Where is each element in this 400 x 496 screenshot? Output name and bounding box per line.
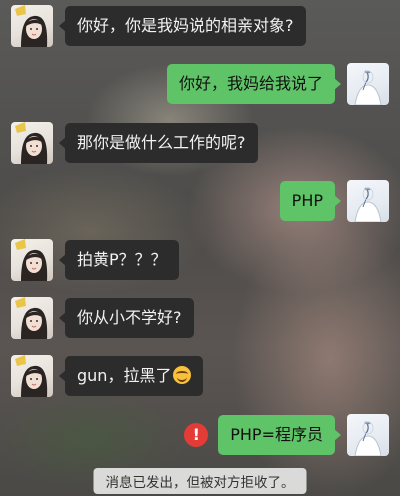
girl-avatar-icon	[15, 239, 48, 281]
girl-avatar-icon	[15, 122, 48, 164]
boy-avatar-icon	[354, 187, 382, 222]
message-bubble[interactable]: 你从小不学好?	[59, 298, 194, 338]
my-avatar[interactable]	[347, 180, 389, 222]
message-bubble[interactable]: PHP	[279, 181, 342, 221]
message-text: gun，拉黑了	[77, 366, 172, 385]
my-avatar[interactable]	[347, 63, 389, 105]
girl-avatar-icon	[15, 297, 48, 339]
my-avatar[interactable]	[347, 414, 389, 456]
message-row-incoming: 你好，你是我妈说的相亲对象?	[11, 5, 306, 47]
message-row-outgoing: PHP=程序员 !	[184, 414, 389, 456]
message-bubble[interactable]: PHP=程序员	[218, 415, 341, 455]
contact-avatar[interactable]	[11, 122, 53, 164]
message-row-incoming: gun，拉黑了	[11, 355, 204, 397]
girl-avatar-icon	[15, 355, 48, 397]
contact-avatar[interactable]	[11, 355, 53, 397]
boy-avatar-icon	[354, 421, 382, 456]
message-row-outgoing: 你好，我妈给我说了	[166, 63, 389, 105]
message-row-incoming: 那你是做什么工作的呢?	[11, 122, 258, 164]
contact-avatar[interactable]	[11, 5, 53, 47]
girl-avatar-icon	[15, 5, 48, 47]
send-failed-icon[interactable]: !	[184, 423, 209, 447]
message-bubble[interactable]: 那你是做什么工作的呢?	[59, 123, 258, 163]
contact-avatar[interactable]	[11, 297, 53, 339]
system-notice: 消息已发出，但被对方拒收了。	[93, 468, 307, 494]
contact-avatar[interactable]	[11, 239, 53, 281]
message-row-incoming: 拍黄P？？？	[11, 239, 179, 281]
message-bubble[interactable]: 你好，我妈给我说了	[166, 64, 342, 104]
message-bubble[interactable]: 你好，你是我妈说的相亲对象?	[59, 6, 306, 46]
boy-avatar-icon	[354, 70, 382, 105]
smile-emoji-icon	[173, 366, 192, 384]
message-bubble[interactable]: 拍黄P？？？	[59, 240, 179, 280]
message-row-outgoing: PHP	[279, 180, 389, 222]
message-row-incoming: 你从小不学好?	[11, 297, 194, 339]
message-bubble[interactable]: gun，拉黑了	[58, 356, 204, 396]
